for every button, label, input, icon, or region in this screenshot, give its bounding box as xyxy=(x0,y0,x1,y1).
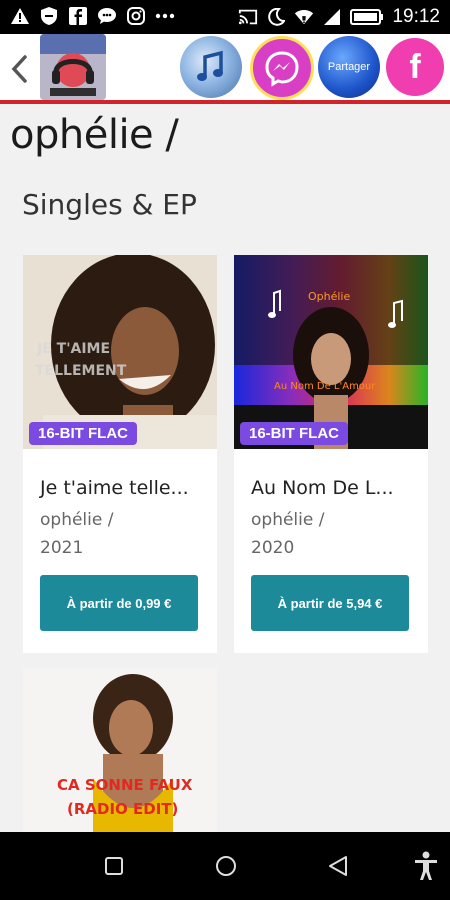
format-badge: 16-BIT FLAC xyxy=(29,422,137,445)
cover-text-line-1: CA SONNE FAUX xyxy=(57,776,193,794)
album-card[interactable]: JE T'AIME TELLEMENT 16-BIT FLAC Je t'aim… xyxy=(23,255,217,653)
album-artist[interactable]: ophélie / xyxy=(251,510,324,530)
price-button[interactable]: À partir de 5,94 € xyxy=(251,575,409,631)
instagram-icon xyxy=(126,6,146,26)
album-title[interactable]: Au Nom De L... xyxy=(251,477,394,499)
facebook-icon xyxy=(68,6,88,26)
album-cover[interactable]: JE T'AIME TELLEMENT 16-BIT FLAC xyxy=(23,255,217,449)
signal-icon xyxy=(322,7,342,27)
album-year: 2020 xyxy=(251,538,295,558)
share-label: Partager xyxy=(327,61,371,73)
cover-text-line-2: (RADIO EDIT) xyxy=(67,800,178,818)
album-title[interactable]: Je t'aime telle... xyxy=(40,477,189,499)
music-app-icon[interactable] xyxy=(180,36,242,98)
page-title: ophélie / xyxy=(10,112,179,158)
header-divider xyxy=(0,100,450,104)
cover-text-line-1: JE T'AIME xyxy=(36,341,110,357)
status-bar: 19:12 xyxy=(0,0,450,34)
messenger-app-icon[interactable] xyxy=(250,36,314,100)
back-icon[interactable] xyxy=(324,852,352,880)
more-icon xyxy=(155,6,175,26)
album-card[interactable]: CA SONNE FAUX (RADIO EDIT) xyxy=(23,668,217,832)
warning-icon xyxy=(10,6,30,26)
moon-icon xyxy=(266,7,286,27)
price-button[interactable]: À partir de 0,99 € xyxy=(40,575,198,631)
facebook-button[interactable]: f xyxy=(386,38,444,96)
album-cover[interactable]: Ophélie Au Nom De L'Amour 16-BIT FLAC xyxy=(234,255,428,449)
album-artist[interactable]: ophélie / xyxy=(40,510,113,530)
clock: 19:12 xyxy=(392,6,440,27)
cover-text-line-2: Au Nom De L'Amour xyxy=(274,381,376,392)
cover-text-line-1: Ophélie xyxy=(308,290,350,303)
cover-text-line-2: TELLEMENT xyxy=(35,363,127,379)
recents-icon[interactable] xyxy=(100,852,128,880)
app-header: Partager f xyxy=(0,34,450,104)
app-logo[interactable] xyxy=(40,34,106,100)
share-button[interactable]: Partager xyxy=(318,36,380,98)
format-badge: 16-BIT FLAC xyxy=(240,422,348,445)
chevron-left-icon[interactable] xyxy=(10,54,28,84)
facebook-letter: f xyxy=(409,47,421,86)
section-title: Singles & EP xyxy=(22,188,197,221)
accessibility-icon[interactable] xyxy=(412,851,440,880)
album-year: 2021 xyxy=(40,538,84,558)
album-card[interactable]: Ophélie Au Nom De L'Amour 16-BIT FLAC Au… xyxy=(234,255,428,653)
chat-icon xyxy=(97,6,117,26)
battery-icon xyxy=(350,7,384,27)
wifi-icon xyxy=(294,7,314,27)
shield-icon xyxy=(39,6,59,26)
system-nav-bar xyxy=(0,832,450,900)
album-cover[interactable]: CA SONNE FAUX (RADIO EDIT) xyxy=(23,668,217,832)
cast-icon xyxy=(238,7,258,27)
home-icon[interactable] xyxy=(212,852,240,880)
